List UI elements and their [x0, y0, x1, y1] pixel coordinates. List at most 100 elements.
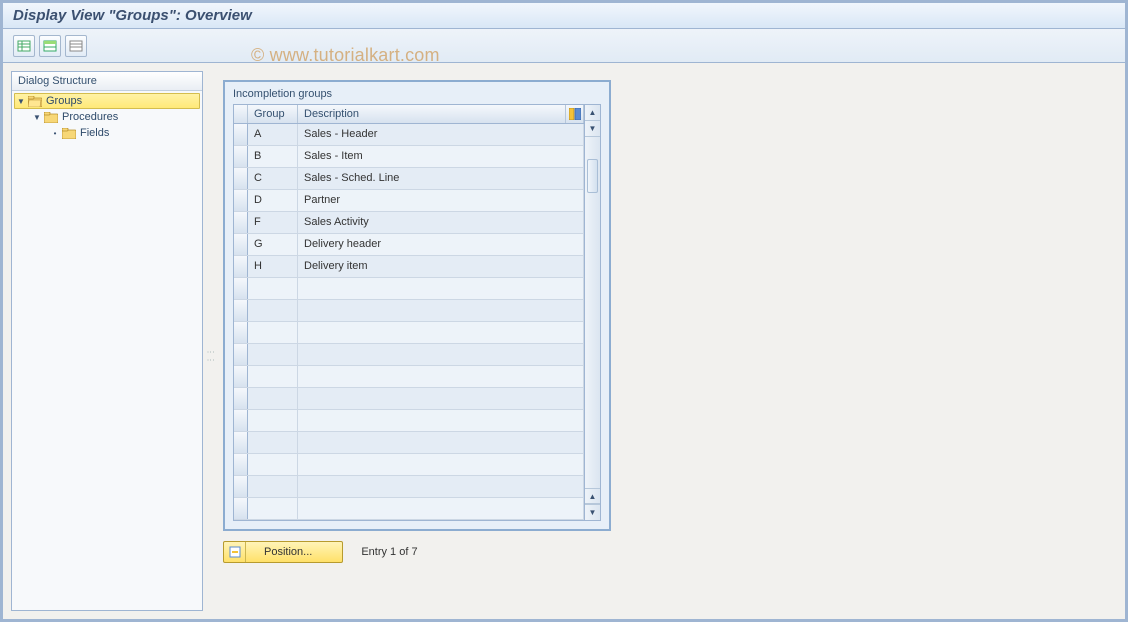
row-selector[interactable]: [234, 190, 248, 211]
row-selector[interactable]: [234, 168, 248, 189]
cell-description: [298, 366, 584, 387]
cell-group: B: [248, 146, 298, 167]
cell-group: [248, 344, 298, 365]
splitter-handle[interactable]: ⋮⋮: [206, 348, 215, 364]
table-row[interactable]: BSales - Item: [234, 146, 584, 168]
table-row[interactable]: [234, 454, 584, 476]
cell-group: [248, 366, 298, 387]
table-deselect-icon: [69, 39, 83, 53]
table-row[interactable]: CSales - Sched. Line: [234, 168, 584, 190]
dialog-structure-panel: Dialog Structure ▼ Groups ▼ Procedures: [11, 71, 203, 611]
cell-group: [248, 278, 298, 299]
column-header-group[interactable]: Group: [248, 105, 298, 123]
cell-description: Partner: [298, 190, 584, 211]
tree-node-fields[interactable]: • Fields: [14, 125, 200, 141]
tree-node-groups[interactable]: ▼ Groups: [14, 93, 200, 109]
cell-group: [248, 432, 298, 453]
cell-group: F: [248, 212, 298, 233]
cell-group: [248, 454, 298, 475]
table-settings-button[interactable]: [566, 105, 584, 123]
cell-group: [248, 498, 298, 519]
cell-group: [248, 322, 298, 343]
table-row[interactable]: [234, 410, 584, 432]
table-row[interactable]: [234, 344, 584, 366]
table-row[interactable]: HDelivery item: [234, 256, 584, 278]
position-label: Position...: [246, 546, 342, 558]
row-selector[interactable]: [234, 344, 248, 365]
toolbar-button-3[interactable]: [65, 35, 87, 57]
table-row[interactable]: DPartner: [234, 190, 584, 212]
row-selector[interactable]: [234, 476, 248, 497]
tree-node-label: Groups: [46, 95, 82, 107]
scroll-thumb[interactable]: [587, 159, 598, 193]
cell-description: [298, 344, 584, 365]
table-row[interactable]: [234, 498, 584, 520]
row-selector[interactable]: [234, 388, 248, 409]
table-row[interactable]: [234, 432, 584, 454]
cell-group: H: [248, 256, 298, 277]
cell-group: [248, 410, 298, 431]
position-icon: [224, 542, 246, 562]
row-selector[interactable]: [234, 300, 248, 321]
row-selector[interactable]: [234, 124, 248, 145]
cell-description: [298, 278, 584, 299]
vertical-scrollbar[interactable]: ▲ ▼ ▲ ▼: [584, 105, 600, 520]
tree-node-label: Procedures: [62, 111, 118, 123]
row-selector[interactable]: [234, 212, 248, 233]
folder-icon: [44, 112, 58, 123]
incompletion-groups-panel: Incompletion groups Group Description: [223, 80, 611, 531]
row-selector[interactable]: [234, 432, 248, 453]
row-selector[interactable]: [234, 278, 248, 299]
scroll-track[interactable]: [585, 137, 600, 488]
scroll-down-button[interactable]: ▼: [585, 121, 600, 137]
scroll-up-button-2[interactable]: ▲: [585, 488, 600, 504]
cell-description: [298, 300, 584, 321]
window-titlebar: Display View "Groups": Overview: [3, 3, 1125, 29]
groups-table: Group Description ASales - HeaderBSales …: [233, 104, 601, 521]
table-row[interactable]: FSales Activity: [234, 212, 584, 234]
row-selector[interactable]: [234, 498, 248, 519]
select-all-header[interactable]: [234, 105, 248, 123]
toolbar-button-1[interactable]: [13, 35, 35, 57]
folder-open-icon: [28, 96, 42, 107]
expand-icon[interactable]: ▼: [32, 112, 42, 122]
row-selector[interactable]: [234, 454, 248, 475]
row-selector[interactable]: [234, 366, 248, 387]
table-header-row: Group Description: [234, 105, 584, 124]
toolbar-button-2[interactable]: [39, 35, 61, 57]
table-row[interactable]: GDelivery header: [234, 234, 584, 256]
row-selector[interactable]: [234, 410, 248, 431]
cell-group: [248, 388, 298, 409]
table-row[interactable]: [234, 476, 584, 498]
scroll-down-button-2[interactable]: ▼: [585, 504, 600, 520]
table-select-icon: [43, 39, 57, 53]
row-selector[interactable]: [234, 234, 248, 255]
cell-description: [298, 498, 584, 519]
expand-icon[interactable]: ▼: [16, 96, 26, 106]
table-row[interactable]: [234, 388, 584, 410]
column-header-description[interactable]: Description: [298, 105, 566, 123]
row-selector[interactable]: [234, 146, 248, 167]
cell-description: [298, 454, 584, 475]
row-selector[interactable]: [234, 322, 248, 343]
cell-description: [298, 410, 584, 431]
bullet-icon: •: [50, 128, 60, 138]
table-settings-icon: [569, 108, 581, 120]
cell-group: [248, 300, 298, 321]
position-button[interactable]: Position...: [223, 541, 343, 563]
table-row[interactable]: [234, 300, 584, 322]
cell-group: G: [248, 234, 298, 255]
table-row[interactable]: ASales - Header: [234, 124, 584, 146]
cell-description: [298, 432, 584, 453]
table-row[interactable]: [234, 366, 584, 388]
table-row[interactable]: [234, 278, 584, 300]
cell-description: [298, 322, 584, 343]
tree-header: Dialog Structure: [12, 72, 202, 91]
cell-description: Delivery item: [298, 256, 584, 277]
scroll-up-button[interactable]: ▲: [585, 105, 600, 121]
tree-node-procedures[interactable]: ▼ Procedures: [14, 109, 200, 125]
table-row[interactable]: [234, 322, 584, 344]
cell-group: A: [248, 124, 298, 145]
row-selector[interactable]: [234, 256, 248, 277]
grid-title: Incompletion groups: [225, 82, 609, 104]
